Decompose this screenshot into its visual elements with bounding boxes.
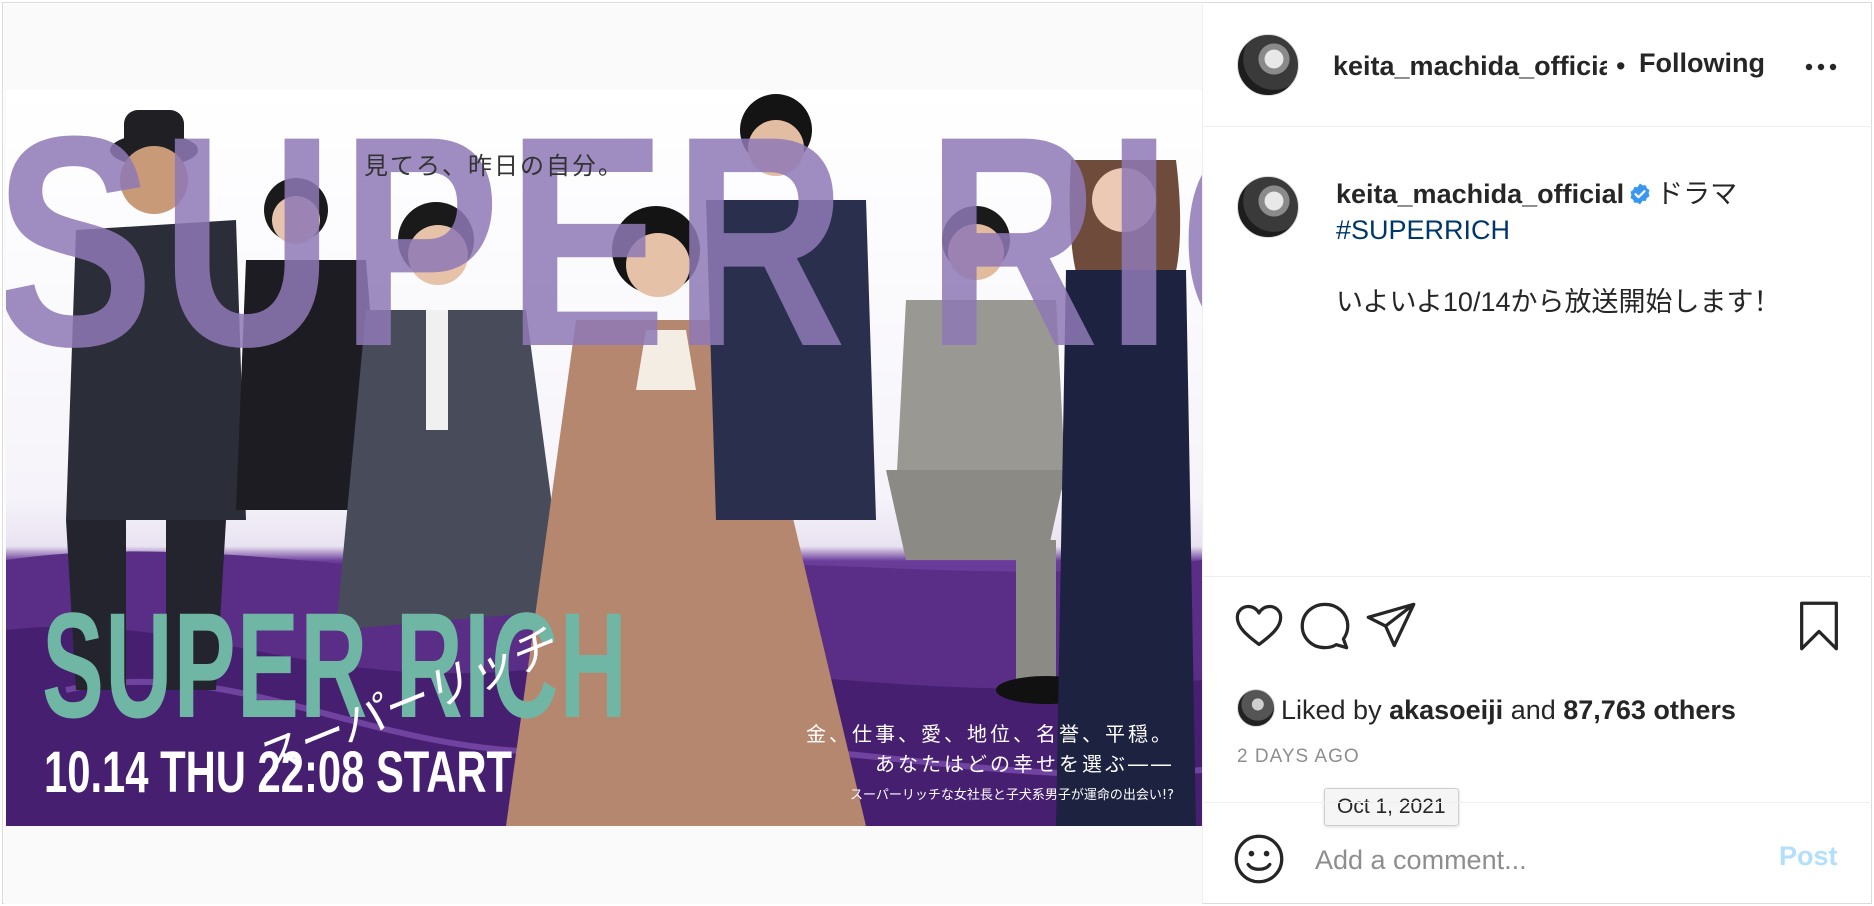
post-timestamp[interactable]: 2 DAYS AGO xyxy=(1237,746,1360,768)
likes-joiner: and xyxy=(1510,695,1556,725)
post-image[interactable]: SUPER RICH 見てろ、昨日の自分。 SUPER RICH スーパーリッチ… xyxy=(6,90,1202,826)
following-button[interactable]: Following xyxy=(1639,48,1765,79)
post-dialog: SUPER RICH 見てろ、昨日の自分。 SUPER RICH スーパーリッチ… xyxy=(2,2,1872,904)
heart-icon[interactable] xyxy=(1233,600,1285,652)
post-comment-button[interactable]: Post xyxy=(1779,841,1838,872)
comment-icon[interactable] xyxy=(1299,600,1351,652)
more-icon[interactable] xyxy=(1801,52,1841,82)
paper-plane-icon[interactable] xyxy=(1365,600,1417,652)
header-separator: • xyxy=(1616,51,1626,81)
likes-prefix: Liked by xyxy=(1281,695,1382,725)
poster-start-date: 10.14 THU 22:08 START xyxy=(44,740,513,805)
bookmark-icon[interactable] xyxy=(1793,600,1845,652)
likes-summary: Liked by akasoeiji and 87,763 others xyxy=(1237,689,1736,727)
comment-input[interactable] xyxy=(1313,839,1757,881)
caption-username[interactable]: keita_machida_official xyxy=(1336,179,1624,209)
poster-tagline: 見てろ、昨日の自分。 xyxy=(364,152,624,180)
emoji-icon[interactable] xyxy=(1233,833,1285,885)
poster-copy-line-2: あなたはどの幸せを選ぶ―― xyxy=(875,752,1174,776)
liker-username[interactable]: akasoeiji xyxy=(1389,695,1503,725)
post-side-panel: keita_machida_official • Following keita… xyxy=(1203,4,1872,904)
caption-lead: ドラマ xyxy=(1656,179,1738,209)
liker-avatar[interactable] xyxy=(1237,689,1275,727)
poster-background-title: SUPER RICH xyxy=(6,90,1202,409)
poster-copy-line-1: 金、仕事、愛、地位、名誉、平穏。 xyxy=(806,722,1174,746)
likes-count-link[interactable]: 87,763 others xyxy=(1563,695,1736,725)
post-actions xyxy=(1203,576,1872,676)
comment-composer: Post xyxy=(1203,802,1872,905)
verified-badge-icon xyxy=(1628,179,1652,205)
poster-copy-line-3: スーパーリッチな女社長と子犬系男子が運命の出会い!? xyxy=(850,788,1174,803)
media-area: SUPER RICH 見てろ、昨日の自分。 SUPER RICH スーパーリッチ… xyxy=(4,4,1203,904)
author-avatar[interactable] xyxy=(1237,34,1299,96)
caption-author-avatar[interactable] xyxy=(1237,176,1299,238)
post-caption: keita_machida_official ドラマ #SUPERRICH いよい… xyxy=(1203,126,1872,577)
post-header: keita_machida_official • Following xyxy=(1203,4,1872,127)
author-username[interactable]: keita_machida_official xyxy=(1333,51,1607,82)
caption-body: いよいよ10/14から放送開始します！ xyxy=(1336,287,1781,317)
caption-text: keita_machida_official ドラマ #SUPERRICH いよい… xyxy=(1336,176,1836,320)
caption-hashtag-link[interactable]: #SUPERRICH xyxy=(1336,212,1836,248)
